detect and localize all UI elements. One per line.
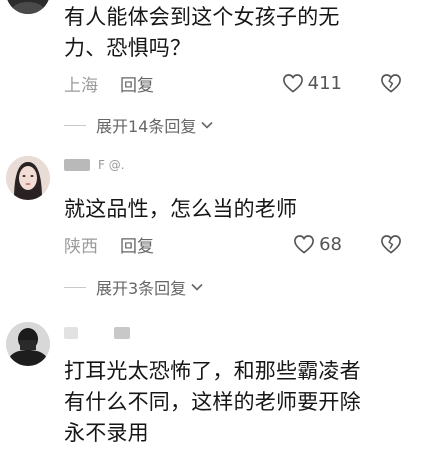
avatar[interactable] [6,322,50,366]
location-label: 陕西 [64,236,98,257]
redacted-name-block [64,327,78,339]
expand-divider [64,124,86,126]
username[interactable] [64,326,130,340]
expand-replies-label: 展开14条回复 [96,117,197,136]
like-button[interactable]: 411 [282,73,342,94]
comment-meta: 上海 回复 411 [64,70,402,96]
avatar[interactable] [6,156,50,200]
like-button[interactable]: 68 [293,234,342,255]
chevron-down-icon [200,120,214,130]
avatar-image-icon [6,0,50,14]
reply-button[interactable]: 回复 [120,71,154,96]
avatar-image-icon [6,322,50,366]
comment-text: 有人能体会到这个女孩子的无 力、恐惧吗？ [64,5,340,60]
like-count: 68 [319,233,342,255]
comment-text: 就这品性，怎么当的老师 [64,197,298,221]
username[interactable]: F @. [64,158,125,172]
avatar-image-icon [6,156,50,200]
redacted-name-block [64,159,90,171]
dislike-button[interactable] [380,234,402,254]
redacted-name-block [114,327,130,339]
heart-outline-icon [282,74,303,93]
chevron-down-icon [190,282,204,292]
username-text: F @. [98,158,125,172]
expand-replies-label: 展开3条回复 [96,279,187,298]
comment-text: 打耳光太恐怖了，和那些霸凌者 有什么不同，这样的老师要开除 永不录用 [64,359,361,445]
reply-button[interactable]: 回复 [120,232,154,257]
comment-meta: 陕西 回复 68 [64,231,402,257]
expand-divider [64,286,86,288]
dislike-button[interactable] [380,73,402,93]
expand-replies[interactable]: 展开3条回复 [64,275,204,299]
location-label: 上海 [64,75,98,96]
heart-outline-icon [294,235,315,254]
like-count: 411 [307,72,342,94]
broken-heart-icon [381,74,401,93]
avatar[interactable] [6,0,50,14]
broken-heart-icon [381,235,401,254]
expand-replies[interactable]: 展开14条回复 [64,113,214,137]
